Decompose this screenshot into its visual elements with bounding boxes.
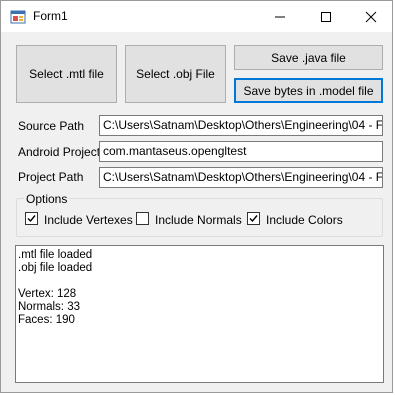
options-group-title: Options (24, 192, 70, 206)
output-log-textbox[interactable]: .mtl file loaded .obj file loaded Vertex… (15, 245, 384, 383)
include-colors-checkbox[interactable] (247, 212, 260, 225)
log-line: Normals: 33 (18, 301, 80, 313)
checkmark-icon (249, 215, 258, 223)
maximize-button[interactable] (303, 1, 349, 32)
project-path-field[interactable]: C:\Users\Satnam\Desktop\Others\Engineeri… (99, 167, 383, 188)
log-line: Vertex: 128 (18, 288, 77, 300)
log-line: .obj file loaded (18, 262, 93, 274)
save-model-button[interactable]: Save bytes in .model file (234, 78, 383, 103)
select-mtl-button[interactable]: Select .mtl file (16, 45, 117, 103)
close-icon (365, 11, 377, 23)
include-normals-label[interactable]: Include Normals (155, 213, 242, 227)
form-app-icon (10, 9, 26, 25)
minimize-icon (275, 16, 285, 18)
android-project-field[interactable]: com.mantaseus.opengltest (99, 141, 383, 162)
title-bar[interactable]: Form1 (1, 1, 392, 32)
save-java-button[interactable]: Save .java file (234, 45, 383, 70)
window-title: Form1 (33, 9, 68, 23)
source-path-label: Source Path (18, 119, 85, 133)
form1-window: Form1 Select .mtl file Select .obj File … (0, 0, 393, 393)
include-vertexes-checkbox[interactable] (25, 212, 38, 225)
include-colors-label[interactable]: Include Colors (266, 213, 343, 227)
minimize-button[interactable] (257, 1, 303, 32)
include-vertexes-label[interactable]: Include Vertexes (44, 213, 133, 227)
project-path-label: Project Path (18, 170, 84, 184)
log-line: .mtl file loaded (18, 249, 93, 261)
include-normals-checkbox[interactable] (136, 212, 149, 225)
select-obj-button[interactable]: Select .obj File (125, 45, 226, 103)
android-project-label: Android Project (18, 145, 101, 159)
close-button[interactable] (348, 1, 394, 32)
source-path-field[interactable]: C:\Users\Satnam\Desktop\Others\Engineeri… (99, 115, 383, 136)
log-line: Faces: 190 (18, 314, 75, 326)
checkmark-icon (27, 215, 36, 223)
maximize-icon (321, 12, 331, 22)
